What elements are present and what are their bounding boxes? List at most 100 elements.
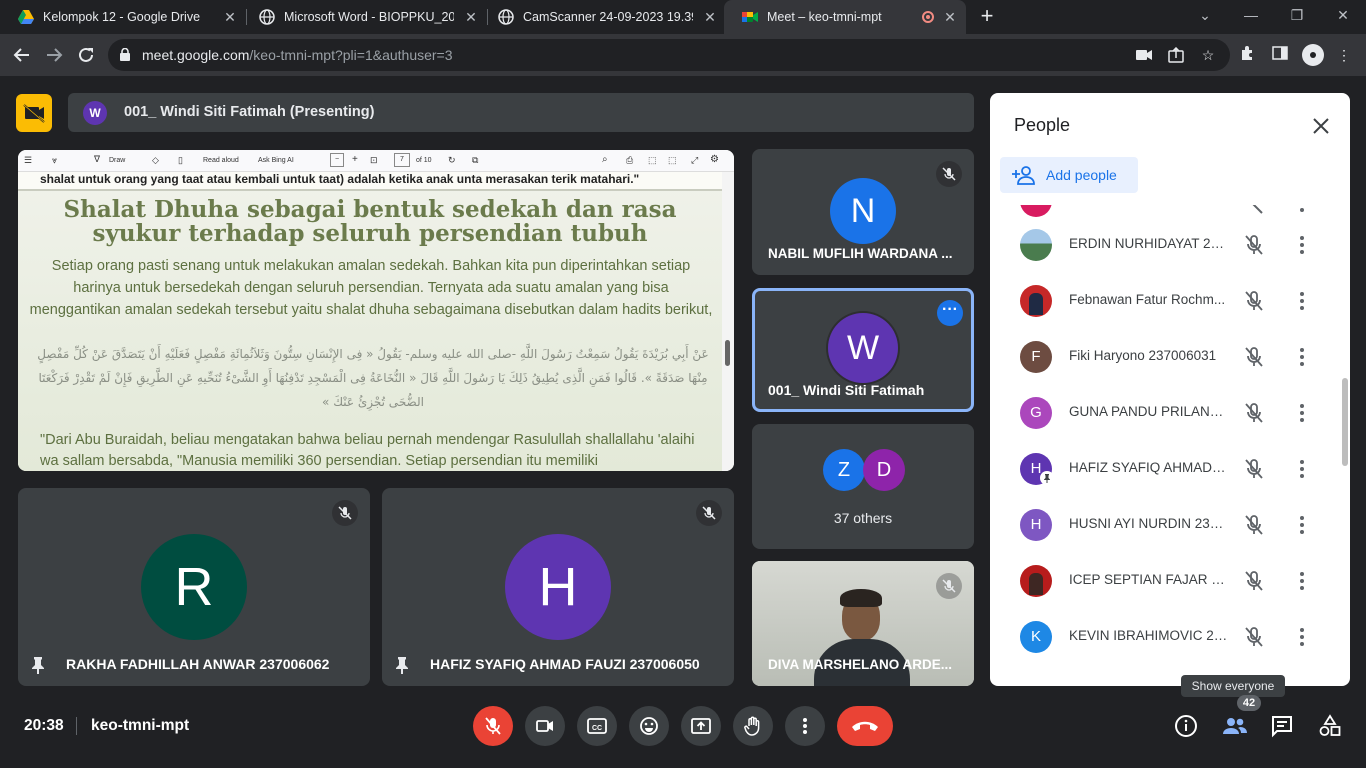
participant-avatar: D (863, 449, 905, 491)
address-bar[interactable]: meet.google.com/keo-tmni-mpt?pli=1&authu… (108, 39, 1230, 71)
emoji-icon (640, 717, 658, 735)
present-screen-button[interactable] (681, 706, 721, 746)
tab-camscanner[interactable]: CamScanner 24-09-2023 19.39 ✕ (480, 0, 726, 34)
forward-arrow-icon[interactable] (42, 43, 66, 67)
pin-icon[interactable] (394, 656, 410, 674)
others-tile[interactable]: Z D 37 others (752, 424, 974, 549)
more-vert-icon[interactable] (1290, 513, 1314, 537)
more-vert-icon (803, 718, 807, 734)
list-item[interactable]: G GUNA PANDU PRILANA ... (1002, 385, 1320, 441)
meet-stage: W 001_ Windi Siti Fatimah (Presenting) ☰… (0, 76, 1366, 768)
settings-gear-icon: ⚙ (710, 154, 719, 165)
mic-off-icon[interactable] (1242, 233, 1266, 257)
pdf-scrollbar[interactable] (722, 172, 734, 471)
panel-scrollbar[interactable] (1342, 378, 1348, 466)
list-item[interactable]: K KEVIN IBRAHIMOVIC 23... (1002, 609, 1320, 665)
list-item[interactable]: H HAFIZ SYAFIQ AHMAD F... (1002, 441, 1320, 497)
leave-call-button[interactable] (837, 706, 893, 746)
activities-icon[interactable] (1318, 714, 1342, 738)
new-tab-button[interactable]: + (975, 5, 999, 29)
lock-icon (120, 48, 130, 61)
panel-title: People (1014, 115, 1071, 135)
more-vert-icon[interactable]: ⋮ (1334, 45, 1354, 65)
participant-name: 001_ Windi Siti Fatimah (768, 382, 925, 398)
more-options-icon[interactable]: ··· (937, 300, 963, 326)
tab-meet[interactable]: Meet – keo-tmni-mpt ✕ (724, 0, 966, 34)
mic-off-icon (936, 573, 962, 599)
mic-off-icon[interactable] (1242, 625, 1266, 649)
reactions-button[interactable] (629, 706, 669, 746)
mic-off-icon[interactable] (1242, 569, 1266, 593)
list-item[interactable]: F Fiki Haryono 237006031 (1002, 329, 1320, 385)
camera-toggle-button[interactable] (525, 706, 565, 746)
reload-icon[interactable] (74, 43, 98, 67)
participant-tile-hafiz[interactable]: H HAFIZ SYAFIQ AHMAD FAUZI 237006050 (382, 488, 734, 686)
raise-hand-button[interactable] (733, 706, 773, 746)
camera-blocked-icon[interactable] (1134, 45, 1154, 65)
presenting-banner: W 001_ Windi Siti Fatimah (Presenting) (68, 93, 974, 132)
more-vert-icon[interactable] (1290, 345, 1314, 369)
close-icon[interactable]: ✕ (222, 9, 238, 25)
eraser-icon: ◇ (152, 155, 159, 165)
captions-button[interactable]: CC (577, 706, 617, 746)
list-item[interactable]: ICEP SEPTIAN FAJAR 23... (1002, 553, 1320, 609)
close-window-icon[interactable]: ✕ (1320, 0, 1366, 34)
mic-off-icon[interactable] (1242, 289, 1266, 313)
mic-off-icon[interactable] (1242, 345, 1266, 369)
participant-name: DIVA MARSHELANO ARDE... (768, 657, 953, 672)
globe-icon (498, 9, 514, 25)
back-arrow-icon[interactable] (10, 43, 34, 67)
chevron-down-icon[interactable]: ⌄ (1182, 0, 1228, 34)
tab-google-drive[interactable]: Kelompok 12 - Google Drive ✕ (0, 0, 247, 34)
mic-off-icon[interactable] (1242, 457, 1266, 481)
share-icon[interactable] (1166, 45, 1186, 65)
more-vert-icon[interactable] (1290, 205, 1314, 215)
more-vert-icon[interactable] (1290, 569, 1314, 593)
meeting-info-icon[interactable] (1174, 714, 1198, 738)
mic-toggle-button[interactable] (473, 706, 513, 746)
search-icon: ⌕ (602, 154, 608, 165)
tab-title: Kelompok 12 - Google Drive (43, 10, 201, 24)
scroll-thumb[interactable] (725, 340, 730, 366)
mic-off-icon[interactable] (1242, 513, 1266, 537)
participant-name: GUNA PANDU PRILANA ... (1069, 404, 1229, 419)
close-icon[interactable]: ✕ (463, 9, 479, 25)
list-item[interactable]: Febnawan Fatur Rochm... (1002, 273, 1320, 329)
more-vert-icon[interactable] (1290, 233, 1314, 257)
pdf-toolbar: ☰ ⩔ ∇ Draw ◇ ▯ Read aloud Ask Bing AI − … (18, 150, 734, 172)
close-icon[interactable] (1310, 115, 1332, 137)
url-text: meet.google.com/keo-tmni-mpt?pli=1&authu… (142, 47, 453, 63)
tab-word[interactable]: Microsoft Word - BIOPPKU_2023 ✕ (241, 0, 488, 34)
participant-tile-nabil[interactable]: N NABIL MUFLIH WARDANA ... (752, 149, 974, 275)
camera-off-icon[interactable] (16, 94, 52, 132)
participant-tile-windi[interactable]: ··· W 001_ Windi Siti Fatimah (752, 288, 974, 412)
maximize-icon[interactable]: ❐ (1274, 0, 1320, 34)
more-vert-icon[interactable] (1290, 625, 1314, 649)
list-item[interactable]: H HUSNI AYI NURDIN 2370... (1002, 497, 1320, 553)
participant-tile-diva[interactable]: DIVA MARSHELANO ARDE... (752, 561, 974, 686)
participant-name: HAFIZ SYAFIQ AHMAD F... (1069, 460, 1229, 475)
browser-toolbar: meet.google.com/keo-tmni-mpt?pli=1&authu… (0, 34, 1366, 76)
more-vert-icon[interactable] (1290, 401, 1314, 425)
side-panel-icon[interactable] (1270, 45, 1290, 65)
participant-photo (1020, 229, 1052, 261)
profile-avatar-icon[interactable] (1302, 44, 1324, 66)
presentation-tile[interactable]: ☰ ⩔ ∇ Draw ◇ ▯ Read aloud Ask Bing AI − … (18, 150, 734, 471)
pin-icon[interactable] (30, 656, 46, 674)
more-options-button[interactable] (785, 706, 825, 746)
more-vert-icon[interactable] (1290, 289, 1314, 313)
close-icon[interactable]: ✕ (942, 9, 958, 25)
list-item[interactable]: ERDIN NURHIDAYAT 237... (1002, 217, 1320, 273)
mic-off-icon[interactable] (1242, 401, 1266, 425)
people-icon[interactable] (1222, 714, 1248, 738)
extensions-puzzle-icon[interactable] (1238, 45, 1258, 65)
more-vert-icon[interactable] (1290, 457, 1314, 481)
participant-tile-rakha[interactable]: R RAKHA FADHILLAH ANWAR 237006062 (18, 488, 370, 686)
close-icon[interactable]: ✕ (702, 9, 718, 25)
print-icon: ⎙ (626, 155, 634, 165)
bookmark-star-icon[interactable]: ☆ (1198, 45, 1218, 65)
meeting-code: keo-tmni-mpt (91, 717, 190, 734)
add-people-button[interactable]: Add people (1000, 157, 1138, 193)
minimize-icon[interactable]: — (1228, 0, 1274, 34)
chat-icon[interactable] (1270, 714, 1294, 738)
